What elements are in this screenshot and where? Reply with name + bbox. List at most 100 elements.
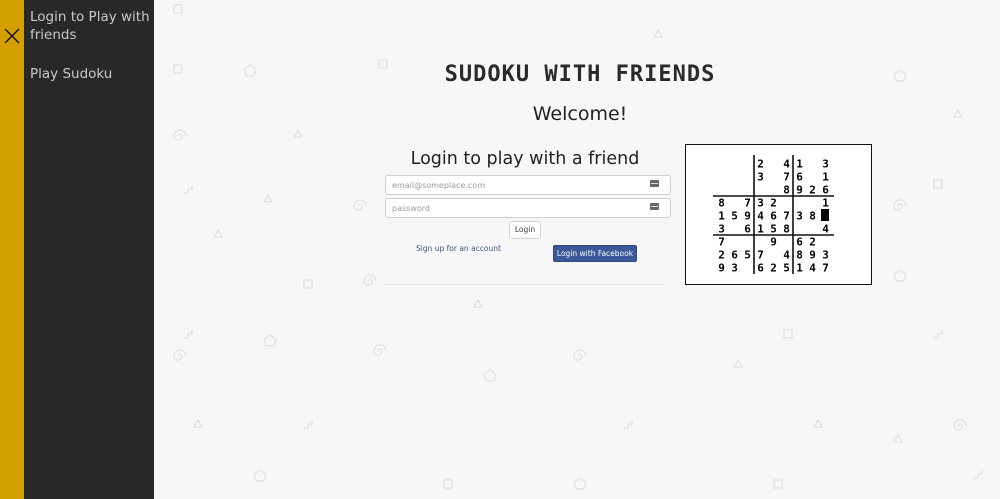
background-doodle — [353, 199, 367, 211]
close-icon — [4, 28, 20, 44]
sudoku-cell-digit: 5 — [770, 223, 777, 236]
background-doodle — [952, 108, 964, 118]
sudoku-cell-digit: 4 — [783, 249, 790, 262]
sudoku-cell-digit: 3 — [822, 158, 829, 171]
background-doodle — [953, 419, 967, 431]
sudoku-cell-digit: 1 — [822, 171, 829, 184]
sudoku-cell-digit: 6 — [731, 249, 738, 262]
sudoku-cell-digit: 1 — [718, 210, 725, 223]
accent-strip — [0, 0, 24, 499]
sudoku-cell-digit: 5 — [731, 210, 738, 223]
background-doodle — [363, 274, 377, 286]
background-doodle — [892, 433, 904, 443]
background-doodle — [893, 69, 907, 82]
background-doodle — [573, 477, 587, 490]
sudoku-cell-digit: 7 — [757, 249, 764, 262]
background-doodle — [893, 199, 907, 211]
sidebar-item-play-sudoku[interactable]: Play Sudoku — [30, 65, 152, 83]
sudoku-cell-digit: 6 — [796, 171, 803, 184]
sudoku-cell-digit: 5 — [744, 249, 751, 262]
background-doodle — [173, 64, 183, 74]
sudoku-cell-digit: 7 — [744, 197, 751, 210]
sudoku-board-preview: 2413376189268732115946738361584796226574… — [685, 144, 872, 285]
background-doodle — [472, 298, 484, 308]
background-doodle — [243, 64, 257, 77]
sudoku-cell-digit: 1 — [796, 262, 803, 275]
sudoku-cell-digit: 6 — [822, 184, 829, 197]
sudoku-cell-digit: 6 — [757, 262, 764, 275]
background-doodle — [192, 418, 204, 428]
signup-link[interactable]: Sign up for an account — [416, 244, 501, 253]
sudoku-cell-digit: 7 — [783, 171, 790, 184]
close-menu-button[interactable] — [1, 25, 23, 47]
background-doodle — [173, 4, 183, 14]
sudoku-cell-digit: 4 — [783, 158, 790, 171]
sudoku-cell-digit: 2 — [809, 236, 816, 249]
background-doodle — [303, 279, 313, 289]
background-doodle — [173, 349, 187, 361]
sudoku-cell-digit: 9 — [770, 236, 777, 249]
background-doodle — [373, 344, 387, 356]
sudoku-cell-digit: 2 — [757, 158, 764, 171]
background-doodle — [573, 349, 587, 361]
background-doodle — [173, 129, 187, 141]
sudoku-cell-digit: 3 — [757, 171, 764, 184]
background-doodle — [773, 479, 783, 489]
sudoku-cell-digit: 2 — [770, 197, 777, 210]
sudoku-cell-digit: 1 — [796, 158, 803, 171]
sudoku-cell-digit: 6 — [796, 236, 803, 249]
background-doodle — [443, 479, 453, 489]
facebook-login-button[interactable]: Login with Facebook — [553, 245, 637, 262]
sudoku-cell-digit: 2 — [809, 184, 816, 197]
sudoku-cell-digit: 4 — [757, 210, 764, 223]
background-doodle — [783, 329, 793, 339]
background-doodle — [732, 358, 744, 368]
password-field[interactable] — [385, 198, 671, 218]
background-doodle — [262, 193, 274, 203]
background-doodle — [893, 269, 907, 282]
sudoku-cell-digit: 8 — [783, 184, 790, 197]
background-doodle — [624, 420, 633, 429]
background-doodle — [304, 420, 313, 429]
welcome-text: Welcome! — [532, 103, 628, 125]
cursor-cell — [821, 209, 829, 221]
sudoku-cell-digit: 8 — [809, 210, 816, 223]
sudoku-cell-digit: 6 — [770, 210, 777, 223]
sudoku-cell-digit: 8 — [796, 249, 803, 262]
background-doodle — [933, 179, 943, 189]
background-doodle — [253, 469, 267, 482]
sidebar-item-login[interactable]: Login to Play with friends — [30, 8, 152, 44]
background-doodle — [292, 128, 304, 138]
sudoku-cell-digit: 3 — [796, 210, 803, 223]
sudoku-cell-digit: 8 — [718, 197, 725, 210]
background-doodle — [934, 330, 943, 339]
background-doodle — [974, 470, 983, 479]
background-doodle — [184, 185, 193, 194]
sudoku-cell-digit: 1 — [822, 197, 829, 210]
sudoku-cell-digit: 8 — [783, 223, 790, 236]
sudoku-cell-digit: 2 — [718, 249, 725, 262]
sudoku-grid: 2 4 1 33 7 6 18 9 2 68 7 3 2 11 5 9 4 6 7 3 83 6 1 5 8 47 9 6 22 6 5 7 4… — [713, 155, 834, 275]
background-doodle — [812, 418, 824, 428]
keyboard-icon — [650, 203, 659, 210]
sudoku-cell-digit: 4 — [822, 223, 829, 236]
sudoku-cell-digit: 5 — [783, 262, 790, 275]
sudoku-cell-digit: 7 — [783, 210, 790, 223]
sudoku-cell-digit: 9 — [809, 249, 816, 262]
email-field[interactable] — [385, 175, 671, 195]
sudoku-cell-digit: 3 — [822, 249, 829, 262]
background-doodle — [652, 28, 664, 38]
sudoku-cell-digit: 9 — [796, 184, 803, 197]
sidebar: Login to Play with friends Play Sudoku — [24, 0, 154, 499]
background-doodle — [184, 330, 193, 339]
page-title: SUDOKU WITH FRIENDS — [444, 62, 716, 87]
sudoku-cell-digit: 9 — [744, 210, 751, 223]
sudoku-cell-digit: 9 — [718, 262, 725, 275]
sudoku-cell-digit: 7 — [822, 262, 829, 275]
sudoku-cell-digit: 2 — [770, 262, 777, 275]
sudoku-cell-digit: 3 — [718, 223, 725, 236]
sudoku-cell-digit: 3 — [731, 262, 738, 275]
login-button[interactable]: Login — [509, 221, 541, 239]
background-doodle — [263, 334, 277, 347]
sudoku-cell-digit: 1 — [757, 223, 764, 236]
